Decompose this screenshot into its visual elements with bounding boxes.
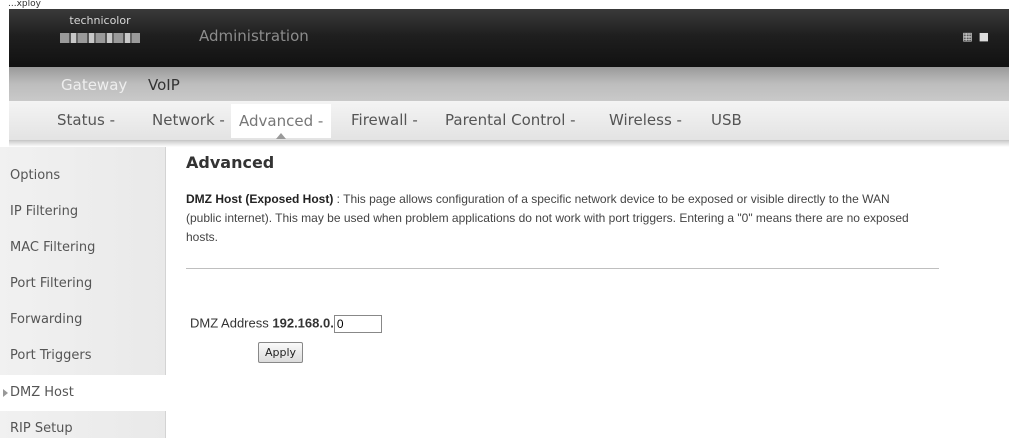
tab-status[interactable]: Status - <box>57 110 115 140</box>
sidebar-item-forwarding[interactable]: Forwarding <box>0 302 166 338</box>
dmz-address-input[interactable] <box>333 315 382 333</box>
dmz-address-label: DMZ Address <box>190 315 269 331</box>
tab-parental-control[interactable]: Parental Control - <box>445 110 576 140</box>
sidebar-item-rip-setup[interactable]: RIP Setup <box>0 411 166 447</box>
section-heading: Advanced <box>186 153 275 172</box>
sidebar: Options IP Filtering MAC Filtering Port … <box>0 147 166 438</box>
divider <box>186 268 939 269</box>
dmz-address-row: DMZ Address 192.168.0. <box>190 315 382 333</box>
sidebar-item-port-filtering[interactable]: Port Filtering <box>0 266 166 302</box>
window-icon[interactable]: ■ <box>979 30 995 43</box>
nav-voip[interactable]: VoIP <box>148 76 180 94</box>
language-icon[interactable]: ▦ <box>962 30 978 43</box>
tab-usb[interactable]: USB <box>711 110 742 140</box>
apply-button[interactable]: Apply <box>258 342 304 363</box>
dmz-address-prefix: 192.168.0. <box>272 315 334 331</box>
sidebar-item-ip-filtering[interactable]: IP Filtering <box>0 194 166 230</box>
sidebar-item-label: DMZ Host <box>10 385 74 400</box>
logo-text: technicolor <box>69 14 131 27</box>
page-title: Administration <box>199 27 309 45</box>
technicolor-logo: technicolor <box>54 14 146 54</box>
sidebar-item-dmz-host[interactable]: DMZ Host <box>0 375 166 411</box>
primary-nav: Gateway VoIP <box>9 67 1009 101</box>
sidebar-item-port-triggers[interactable]: Port Triggers <box>0 338 166 374</box>
sidebar-item-options[interactable]: Options <box>0 158 166 194</box>
logo-graphic <box>60 33 140 43</box>
nav-gateway[interactable]: Gateway <box>61 76 127 94</box>
tab-advanced[interactable]: Advanced - <box>231 104 332 139</box>
header-icons: ▦■ <box>962 30 995 43</box>
tab-network[interactable]: Network - <box>152 110 225 140</box>
header-bar: technicolor Administration ▦■ <box>9 9 1009 67</box>
description-title: DMZ Host (Exposed Host) <box>186 192 334 206</box>
tab-firewall[interactable]: Firewall - <box>351 110 418 140</box>
active-tab-caret-icon <box>276 133 287 139</box>
tab-advanced-label: Advanced - <box>239 112 324 130</box>
sidebar-item-mac-filtering[interactable]: MAC Filtering <box>0 230 166 266</box>
arrow-right-icon <box>3 389 8 397</box>
tab-wireless[interactable]: Wireless - <box>609 110 682 140</box>
description: DMZ Host (Exposed Host) : This page allo… <box>186 190 926 247</box>
page-caption: ...xploy <box>8 0 41 9</box>
secondary-nav: Status - Network - Advanced - Firewall -… <box>9 101 1009 141</box>
